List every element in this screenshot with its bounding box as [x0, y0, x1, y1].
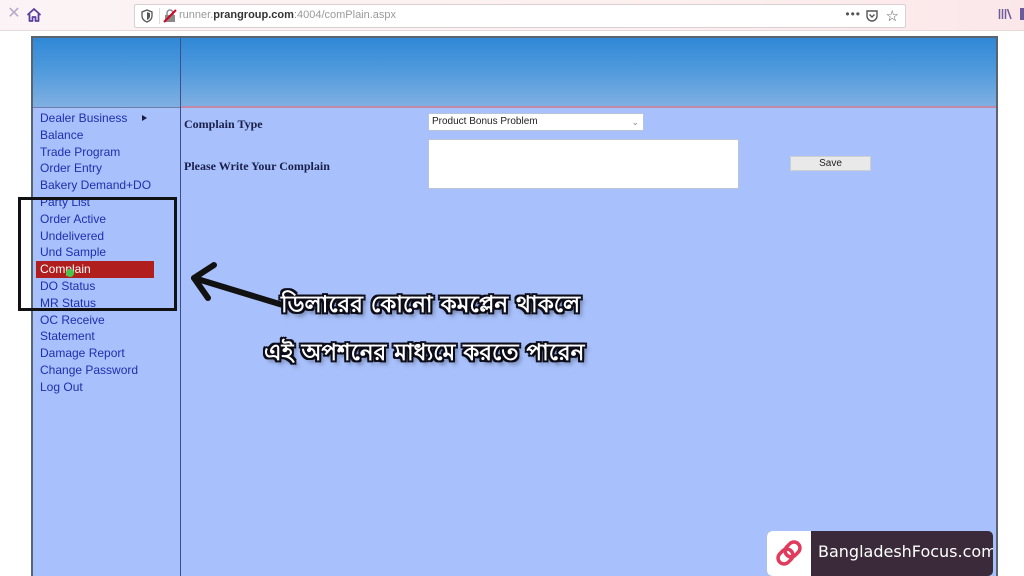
- sidebar-item-log-out[interactable]: Log Out: [39, 379, 179, 396]
- browser-toolbar: ✕ runner.prangroup.com:4004/comPlain.asp…: [0, 0, 1024, 31]
- annotation-line-2: এই অপশনের মাধ্যমে করতে পারেন: [264, 340, 585, 366]
- submenu-arrow-icon: [142, 115, 147, 121]
- home-icon[interactable]: [26, 7, 42, 23]
- sidebar-toggle-icon[interactable]: [1020, 8, 1024, 20]
- sidebar-item-order-entry[interactable]: Order Entry: [39, 160, 179, 177]
- pointer-arrow-icon: [191, 262, 289, 309]
- url-separator: [159, 8, 160, 24]
- library-icon[interactable]: [998, 8, 1012, 20]
- address-bar[interactable]: runner.prangroup.com:4004/comPlain.aspx …: [134, 4, 906, 28]
- link-icon: [776, 540, 802, 566]
- annotation-line-1: ডিলারের কোনো কমপ্লেন থাকলে: [281, 292, 581, 318]
- close-icon[interactable]: ✕: [6, 6, 22, 22]
- sidebar-item-damage-report[interactable]: Damage Report: [39, 345, 179, 362]
- sidebar-item-trade-program[interactable]: Trade Program: [39, 144, 179, 161]
- sidebar-item-bakery-demand[interactable]: Bakery Demand+DO: [39, 177, 179, 194]
- highlight-box: [18, 197, 177, 311]
- shield-icon[interactable]: [141, 9, 153, 23]
- complain-textarea[interactable]: [428, 139, 739, 189]
- url-prefix: runner.: [179, 9, 214, 21]
- divider: [181, 106, 996, 108]
- watermark-badge: BangladeshFocus.com: [767, 531, 993, 576]
- sidebar-item-statement[interactable]: Statement: [39, 328, 179, 345]
- complain-text-label: Please Write Your Complain: [184, 159, 330, 173]
- url-path: :4004/comPlain.aspx: [293, 9, 397, 21]
- url-domain: prangroup.com: [213, 9, 294, 21]
- watermark-logo: [767, 531, 811, 576]
- sidebar-item-change-password[interactable]: Change Password: [39, 362, 179, 379]
- url-text[interactable]: runner.prangroup.com:4004/comPlain.aspx: [179, 9, 396, 21]
- insecure-lock-icon[interactable]: [163, 9, 177, 23]
- chevron-down-icon: ⌄: [631, 117, 639, 127]
- watermark-text: BangladeshFocus.com: [818, 542, 993, 561]
- sidebar-item-oc-receive[interactable]: OC Receive: [39, 312, 179, 329]
- complain-type-value: Product Bonus Problem: [432, 116, 538, 127]
- sidebar-item-dealer-business[interactable]: Dealer Business: [39, 110, 179, 127]
- bookmark-star-icon[interactable]: ☆: [886, 7, 899, 25]
- pocket-icon[interactable]: [865, 9, 879, 23]
- sidebar-item-label: Dealer Business: [40, 111, 128, 125]
- sidebar-item-balance[interactable]: Balance: [39, 127, 179, 144]
- page-actions-icon[interactable]: •••: [845, 7, 861, 21]
- save-button[interactable]: Save: [790, 156, 871, 171]
- complain-type-select[interactable]: Product Bonus Problem ⌄: [428, 113, 644, 131]
- complain-type-label: Complain Type: [184, 117, 263, 131]
- divider: [33, 107, 180, 108]
